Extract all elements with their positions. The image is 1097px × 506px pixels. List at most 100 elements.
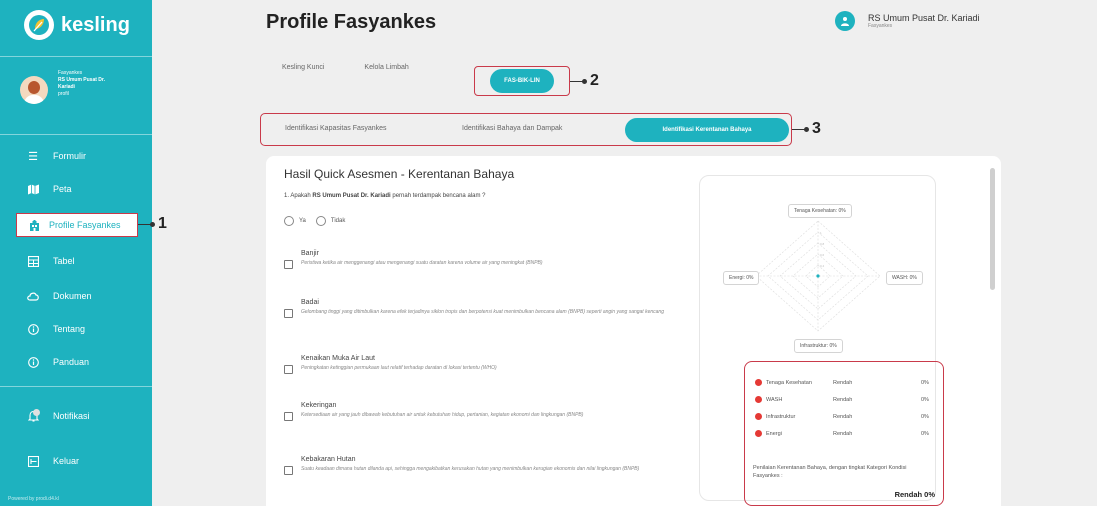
app-logo[interactable]: kesling: [24, 10, 130, 40]
radio-ya[interactable]: [284, 216, 294, 226]
powered-by: Powered by prodi.d4.kl: [8, 496, 59, 502]
checkbox-banjir[interactable]: [284, 260, 293, 269]
hospital-icon: [28, 219, 40, 231]
scrollbar[interactable]: [990, 168, 995, 290]
divider: [0, 56, 152, 57]
callout-2: 2: [590, 72, 599, 89]
checkbox-kekeringan[interactable]: [284, 412, 293, 421]
divider: [0, 134, 152, 135]
radar-label-tenaga-kesehatan: Tenaga Kesehatan: 0%: [788, 204, 852, 218]
logout-icon: [27, 455, 39, 467]
sidebar-item-label: Panduan: [53, 357, 90, 367]
checkbox-badai[interactable]: [284, 309, 293, 318]
sidebar-item-keluar[interactable]: Keluar: [0, 449, 152, 473]
radio-tidak[interactable]: [315, 216, 326, 226]
assessment-card: Hasil Quick Asesmen - Kerentanan Bahaya …: [266, 156, 1001, 506]
question-prefix: 1. Apakah: [284, 193, 313, 199]
checkbox-kebakaran-hutan[interactable]: [284, 466, 293, 475]
user-role: Fasyankes: [868, 23, 893, 29]
sidebar-item-notifikasi[interactable]: Notifikasi: [0, 404, 152, 428]
vulnerability-summary: Tenaga Kesehatan Rendah 0% WASH Rendah 0…: [744, 361, 944, 506]
radar-label-infrastruktur: Infrastruktur: 0%: [794, 339, 843, 353]
user-info: RS Umum Pusat Dr. Kariadi Fasyankes: [855, 13, 980, 29]
profile-link[interactable]: profil: [58, 91, 148, 98]
legend-dot: [755, 430, 762, 437]
callout-dot: [582, 79, 587, 84]
legend-dot: [755, 379, 762, 386]
notification-badge: [33, 409, 40, 416]
legend-dot: [755, 396, 762, 403]
checkbox-kenaikan-muka-air-laut[interactable]: [284, 365, 293, 374]
item-title: Kekeringan: [301, 402, 337, 409]
item-title: Kenaikan Muka Air Laut: [301, 355, 375, 362]
main-tabs: Kesling Kunci Kelola Limbah: [282, 64, 409, 71]
answer-options: Ya Tidak: [284, 216, 345, 226]
item-desc: Peristiwa ketika air menggenangi atau me…: [301, 260, 543, 266]
radar-point: [816, 274, 820, 278]
divider: [0, 386, 152, 387]
summary-description: Penilaian Kerentanan Bahaya, dengan ting…: [753, 465, 907, 479]
sidebar-item-label: Formulir: [53, 151, 86, 161]
item-desc: Ketersediaan air yang jauh dibawah kebut…: [301, 412, 584, 418]
map-icon: [27, 183, 39, 195]
svg-text:0.6: 0.6: [820, 253, 825, 257]
radio-ya-label: Ya: [299, 218, 306, 224]
legend-level: Rendah: [833, 380, 853, 386]
legend-name: WASH: [766, 397, 783, 403]
legend-level: Rendah: [833, 431, 853, 437]
sidebar-item-label: Dokumen: [53, 291, 92, 301]
subtab-bahaya-dampak[interactable]: Identifikasi Bahaya dan Dampak: [462, 125, 562, 132]
sidebar-profile[interactable]: Fasyankes RS Umum Pusat Dr. Kariadi prof…: [20, 70, 148, 104]
info-icon: [27, 356, 39, 368]
sidebar-item-label: Tabel: [53, 256, 75, 266]
item-desc: Gelombang tinggi yang ditimbulkan karena…: [301, 309, 664, 315]
legend-level: Rendah: [833, 414, 853, 420]
list-icon: ☰: [28, 150, 38, 163]
sidebar-item-tentang[interactable]: Tentang: [0, 317, 152, 341]
sub-tabs: Identifikasi Kapasitas Fasyankes Identif…: [260, 113, 792, 146]
question-suffix: pernah terdampak bencana alam ?: [390, 193, 486, 199]
tab-kesling-kunci[interactable]: Kesling Kunci: [282, 64, 324, 71]
user-icon: [835, 11, 855, 31]
legend-value: 0%: [921, 380, 929, 386]
sidebar-item-panduan[interactable]: Panduan: [0, 350, 152, 374]
sidebar: kesling Fasyankes RS Umum Pusat Dr. Kari…: [0, 0, 152, 506]
svg-text:1: 1: [820, 231, 822, 235]
callout-3: 3: [812, 120, 821, 137]
sidebar-item-tabel[interactable]: Tabel: [0, 249, 152, 273]
legend-dot: [755, 413, 762, 420]
legend-name: Infrastruktur: [766, 414, 796, 420]
sidebar-item-formulir[interactable]: ☰ Formulir: [0, 144, 152, 168]
sidebar-item-label: Tentang: [53, 324, 86, 334]
table-icon: [27, 255, 39, 267]
top-header: Profile Fasyankes RS Umum Pusat Dr. Kari…: [152, 0, 1097, 48]
sidebar-item-dokumen[interactable]: Dokumen: [0, 284, 152, 308]
subtab-kapasitas[interactable]: Identifikasi Kapasitas Fasyankes: [285, 125, 387, 132]
item-desc: Suatu keadaan dimana hutan dilanda api, …: [301, 466, 640, 472]
user-menu[interactable]: RS Umum Pusat Dr. Kariadi Fasyankes: [835, 11, 980, 31]
subtab-kerentanan-bahaya[interactable]: Identifikasi Kerentanan Bahaya: [625, 118, 789, 142]
legend-value: 0%: [921, 397, 929, 403]
user-name: RS Umum Pusat Dr. Kariadi: [868, 13, 980, 23]
app-name: kesling: [61, 13, 130, 36]
sidebar-item-label: Peta: [53, 184, 72, 194]
legend-name: Tenaga Kesehatan: [766, 380, 812, 386]
sidebar-item-label: Profile Fasyankes: [49, 220, 121, 230]
profile-role: Fasyankes: [58, 70, 83, 76]
card-title: Hasil Quick Asesmen - Kerentanan Bahaya: [284, 167, 515, 181]
profile-info: Fasyankes RS Umum Pusat Dr. Kariadi prof…: [58, 70, 148, 104]
legend-name: Energi: [766, 431, 782, 437]
profile-name-line1: RS Umum Pusat Dr.: [58, 77, 105, 83]
legend-value: 0%: [921, 414, 929, 420]
radio-tidak-group: Tidak: [315, 216, 345, 226]
sidebar-item-profile-fasyankes[interactable]: Profile Fasyankes: [16, 213, 138, 237]
item-desc: Peningkatan ketinggian permukaan laut re…: [301, 365, 497, 371]
question-text: 1. Apakah RS Umum Pusat Dr. Kariadi pern…: [284, 193, 485, 199]
tab-kelola-limbah[interactable]: Kelola Limbah: [364, 64, 408, 71]
callout-dot: [804, 127, 809, 132]
tab-fas-bik-lin[interactable]: FAS-BIK-LIN: [490, 69, 554, 93]
leaf-icon: [24, 10, 54, 40]
info-icon: [27, 323, 39, 335]
sidebar-item-peta[interactable]: Peta: [0, 177, 152, 201]
page-title: Profile Fasyankes: [266, 11, 437, 33]
